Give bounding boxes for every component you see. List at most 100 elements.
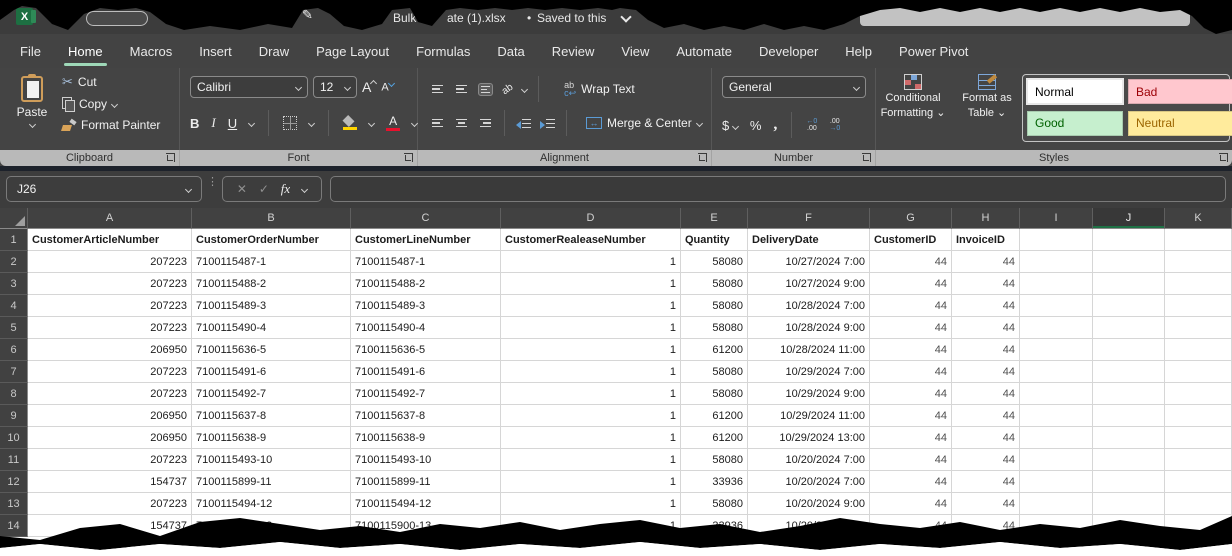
cell[interactable]: 7100115638-9 xyxy=(351,427,501,449)
cell[interactable] xyxy=(1093,295,1165,317)
cell[interactable]: 7100115494-12 xyxy=(192,493,351,515)
cell[interactable]: 1 xyxy=(501,427,681,449)
fill-color-chevron-icon[interactable] xyxy=(368,119,375,126)
cell[interactable] xyxy=(1020,471,1093,493)
paste-button[interactable]: Paste xyxy=(10,76,54,144)
borders-button[interactable] xyxy=(283,116,297,130)
tab-insert[interactable]: Insert xyxy=(199,44,232,59)
cell[interactable] xyxy=(1165,251,1232,273)
cell[interactable]: 61200 xyxy=(681,339,748,361)
cell[interactable]: 7100115636-5 xyxy=(351,339,501,361)
clipboard-dialog-launcher[interactable] xyxy=(166,153,175,162)
cell[interactable]: 58080 xyxy=(681,383,748,405)
cell[interactable]: 61200 xyxy=(681,405,748,427)
underline-button[interactable]: U xyxy=(228,116,237,131)
fx-chevron-icon[interactable] xyxy=(301,185,308,192)
cell[interactable] xyxy=(1093,493,1165,515)
row-header-7[interactable]: 7 xyxy=(0,361,28,383)
cell[interactable]: 44 xyxy=(952,405,1020,427)
formula-input[interactable] xyxy=(330,176,1226,202)
tab-draw[interactable]: Draw xyxy=(259,44,289,59)
cell[interactable]: 7100115490-4 xyxy=(351,317,501,339)
row-header-14[interactable]: 14 xyxy=(0,515,28,537)
cell[interactable] xyxy=(1020,427,1093,449)
cell[interactable] xyxy=(1165,383,1232,405)
cell[interactable]: 7100115492-7 xyxy=(192,383,351,405)
cell[interactable]: 44 xyxy=(952,449,1020,471)
column-header-K[interactable]: K xyxy=(1165,208,1232,229)
cell[interactable]: 44 xyxy=(952,273,1020,295)
row-header-8[interactable]: 8 xyxy=(0,383,28,405)
align-middle-button[interactable] xyxy=(454,83,469,96)
cell[interactable]: 154737 xyxy=(28,515,192,537)
cell[interactable]: 10/28/2024 11:00 xyxy=(748,339,870,361)
increase-indent-button[interactable] xyxy=(540,117,555,130)
font-size-combo[interactable]: 12 xyxy=(313,76,357,98)
select-all-corner[interactable] xyxy=(0,208,28,229)
row-header-13[interactable]: 13 xyxy=(0,493,28,515)
cell[interactable]: 1 xyxy=(501,339,681,361)
cell-style-neutral[interactable]: Neutral xyxy=(1128,111,1232,136)
tab-developer[interactable]: Developer xyxy=(759,44,818,59)
cell[interactable]: 7100115492-7 xyxy=(351,383,501,405)
cell[interactable]: 44 xyxy=(870,493,952,515)
cell[interactable]: 7100115489-3 xyxy=(351,295,501,317)
format-painter-button[interactable]: Format Painter xyxy=(62,118,160,132)
column-header-J[interactable]: J xyxy=(1093,208,1165,229)
cell[interactable]: 44 xyxy=(870,295,952,317)
cell[interactable]: 10/20/2024 9:00 xyxy=(748,515,870,537)
cell[interactable] xyxy=(1020,515,1093,537)
cell[interactable]: CustomerID xyxy=(870,229,952,251)
name-box[interactable]: J26 xyxy=(6,176,202,202)
cell[interactable]: 58080 xyxy=(681,251,748,273)
cell[interactable] xyxy=(1093,515,1165,537)
currency-button[interactable]: $ xyxy=(722,118,738,133)
decrease-font-button[interactable]: A xyxy=(381,81,393,94)
row-header-2[interactable]: 2 xyxy=(0,251,28,273)
merge-center-chevron-icon[interactable] xyxy=(696,119,703,126)
wrap-text-button[interactable]: abc↩ Wrap Text xyxy=(564,81,635,97)
cell[interactable]: 44 xyxy=(952,427,1020,449)
align-bottom-button[interactable] xyxy=(478,83,493,96)
decrease-decimal-button[interactable]: .00→0 xyxy=(829,118,840,132)
row-header-10[interactable]: 10 xyxy=(0,427,28,449)
decrease-indent-button[interactable] xyxy=(516,117,531,130)
cell[interactable]: 1 xyxy=(501,405,681,427)
cell[interactable]: 7100115490-4 xyxy=(192,317,351,339)
cell[interactable] xyxy=(1020,229,1093,251)
cell[interactable] xyxy=(1020,493,1093,515)
cell[interactable]: 207223 xyxy=(28,361,192,383)
format-as-table-button[interactable]: Format as Table ⌄ xyxy=(950,74,1024,120)
cell[interactable]: 10/29/2024 7:00 xyxy=(748,361,870,383)
column-header-C[interactable]: C xyxy=(351,208,501,229)
cell[interactable]: 44 xyxy=(952,317,1020,339)
cell[interactable]: 44 xyxy=(952,339,1020,361)
cell[interactable]: 44 xyxy=(870,427,952,449)
paste-chevron-icon[interactable] xyxy=(28,121,35,128)
cell[interactable]: 10/20/2024 9:00 xyxy=(748,493,870,515)
cell[interactable]: 206950 xyxy=(28,405,192,427)
cell[interactable]: 10/27/2024 7:00 xyxy=(748,251,870,273)
column-header-E[interactable]: E xyxy=(681,208,748,229)
cell[interactable]: 44 xyxy=(952,515,1020,537)
cell[interactable]: 207223 xyxy=(28,317,192,339)
cell[interactable]: CustomerLineNumber xyxy=(351,229,501,251)
row-header-5[interactable]: 5 xyxy=(0,317,28,339)
cell[interactable] xyxy=(1020,361,1093,383)
number-dialog-launcher[interactable] xyxy=(862,153,871,162)
cell[interactable]: 10/28/2024 7:00 xyxy=(748,295,870,317)
search-box-fragment[interactable] xyxy=(860,4,1190,26)
cell[interactable]: 7100115493-10 xyxy=(351,449,501,471)
orientation-chevron-icon[interactable] xyxy=(521,85,528,92)
cell[interactable]: 58080 xyxy=(681,295,748,317)
cell[interactable]: 44 xyxy=(870,251,952,273)
cell[interactable]: 58080 xyxy=(681,493,748,515)
row-header-1[interactable]: 1 xyxy=(0,229,28,251)
cell[interactable]: 7100115493-10 xyxy=(192,449,351,471)
styles-dialog-launcher[interactable] xyxy=(1219,153,1228,162)
cut-button[interactable]: ✂ Cut xyxy=(62,74,160,90)
cell[interactable]: 44 xyxy=(870,361,952,383)
comma-style-button[interactable]: , xyxy=(773,116,777,134)
cell[interactable]: 10/20/2024 7:00 xyxy=(748,471,870,493)
cell[interactable]: 7100115491-6 xyxy=(351,361,501,383)
